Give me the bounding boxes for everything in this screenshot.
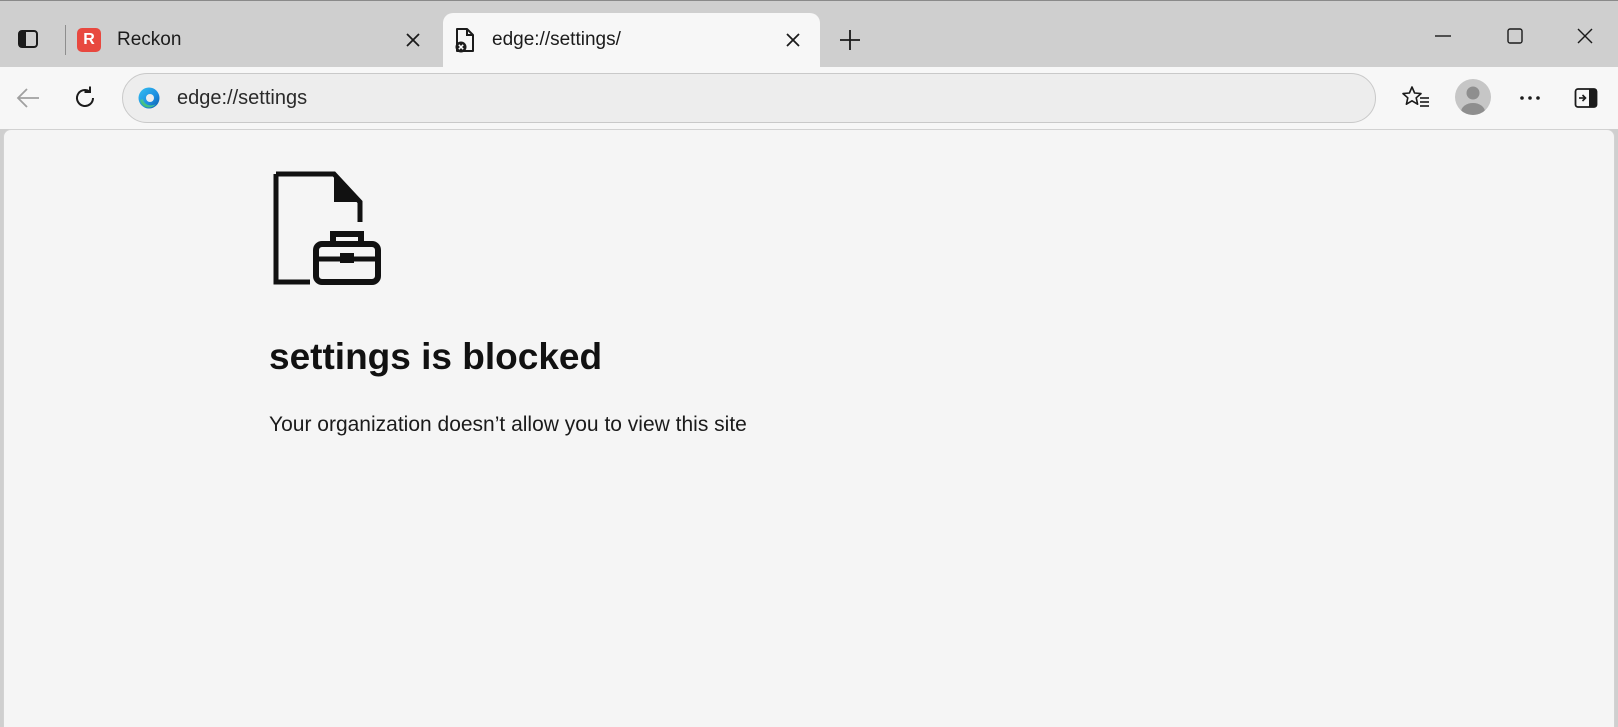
back-arrow-icon: [16, 88, 39, 108]
close-icon[interactable]: [778, 25, 808, 55]
favorites-icon: [1402, 86, 1429, 107]
profile-avatar[interactable]: [1455, 79, 1491, 115]
avatar-icon: [1461, 86, 1485, 115]
more-icon: [1520, 96, 1540, 100]
browser-window: R Reckon edge://settings/ edge://setting…: [0, 0, 1618, 727]
reckon-favicon-icon: R: [77, 28, 101, 52]
refresh-button[interactable]: [67, 80, 103, 116]
plus-icon: [840, 30, 860, 50]
address-bar[interactable]: [122, 73, 1376, 123]
minimize-icon: [1435, 35, 1451, 37]
edge-logo-icon: [137, 86, 161, 110]
page-title: settings is blocked: [269, 336, 603, 377]
back-button[interactable]: [10, 80, 46, 116]
tab-title: edge://settings/: [492, 29, 621, 50]
minimize-button[interactable]: [1420, 19, 1466, 53]
page-description: Your organization doesn’t allow you to v…: [269, 413, 747, 436]
sidebar-toggle-button[interactable]: [1568, 80, 1604, 116]
navigation-toolbar: [0, 67, 1618, 129]
maximize-button[interactable]: [1492, 19, 1538, 53]
address-input[interactable]: [175, 85, 1279, 111]
page-content: settings is blocked Your organization do…: [3, 129, 1615, 727]
window-close-icon: [1577, 28, 1593, 44]
close-icon[interactable]: [398, 25, 428, 55]
maximize-icon: [1507, 28, 1523, 44]
tab-reckon[interactable]: R Reckon: [70, 13, 440, 67]
new-tab-button[interactable]: [832, 23, 868, 57]
blocked-page-favicon-icon: [452, 25, 478, 55]
tab-strip: R Reckon edge://settings/: [0, 1, 1618, 67]
refresh-icon: [76, 86, 94, 107]
favorites-button[interactable]: [1398, 80, 1434, 116]
tab-settings[interactable]: edge://settings/: [443, 13, 820, 67]
sidebar-toggle-icon: [1574, 88, 1598, 108]
tab-actions-icon[interactable]: [10, 23, 46, 55]
blocked-document-briefcase-icon: [272, 170, 392, 290]
window-close-button[interactable]: [1562, 19, 1608, 53]
tab-title: Reckon: [117, 29, 182, 50]
tab-divider: [65, 25, 66, 55]
more-button[interactable]: [1512, 80, 1548, 116]
